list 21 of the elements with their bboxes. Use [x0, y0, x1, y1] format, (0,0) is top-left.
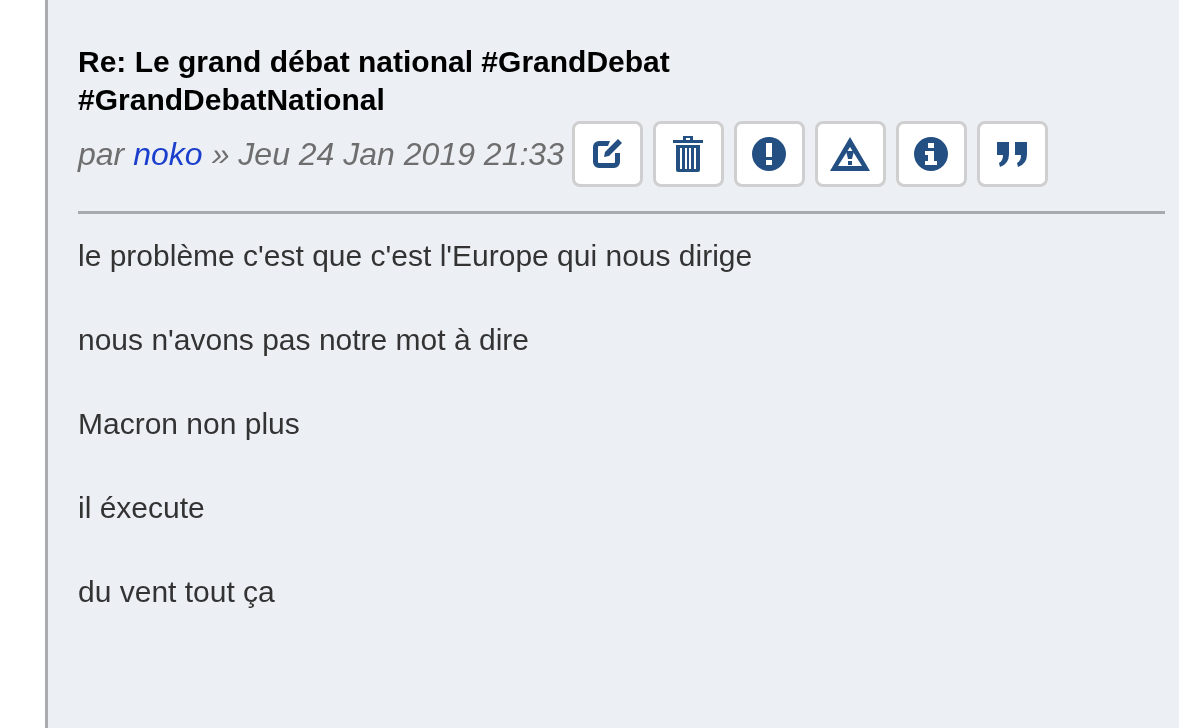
trash-icon: [672, 135, 705, 173]
info-icon: [914, 137, 949, 171]
post-paragraph: Macron non plus: [78, 406, 301, 442]
post-date: » Jeu 24 Jan 2019 21:33: [211, 135, 564, 172]
post-paragraph: il éxecute: [78, 490, 206, 526]
post-paragraph: nous n'avons pas notre mot à dire: [78, 322, 530, 358]
edit-icon: [590, 137, 625, 171]
post-paragraph: du vent tout ça: [78, 574, 276, 610]
report-button[interactable]: [733, 121, 805, 187]
edit-button[interactable]: [571, 121, 643, 187]
author-prefix: par: [78, 135, 125, 172]
author-link[interactable]: noko: [133, 135, 203, 172]
exclamation-icon: [752, 137, 787, 171]
quote-icon: [995, 140, 1030, 168]
post-title: Re: Le grand débat national #GrandDebat #GrandDebatNational: [78, 44, 671, 118]
quote-button[interactable]: [976, 121, 1048, 187]
delete-button[interactable]: [652, 121, 724, 187]
info-button[interactable]: [895, 121, 967, 187]
warn-button[interactable]: [814, 121, 886, 187]
post-paragraph: le problème c'est que c'est l'Europe qui nous dirige: [78, 238, 754, 274]
warning-icon: [829, 136, 872, 172]
